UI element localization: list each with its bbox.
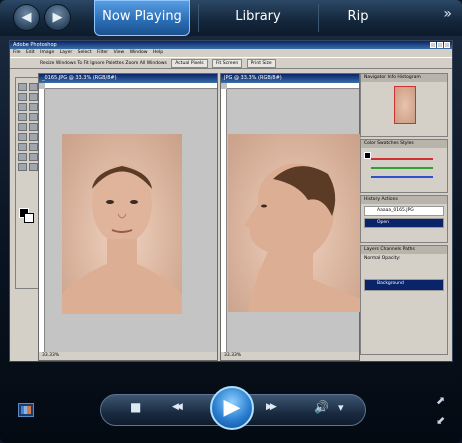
volume-icon[interactable]: 🔊 bbox=[314, 400, 329, 414]
minimize-icon bbox=[430, 42, 436, 48]
next-icon[interactable]: ▶▶ bbox=[266, 402, 277, 412]
tool-icon bbox=[18, 163, 27, 171]
tool-icon bbox=[29, 93, 38, 101]
doc-title: _0165.JPG @ 33.3% (RGB/8#) bbox=[39, 74, 217, 83]
layer-row: Background bbox=[364, 279, 444, 291]
tool-icon bbox=[29, 133, 38, 141]
tool-icon bbox=[29, 123, 38, 131]
tool-icon bbox=[29, 83, 38, 91]
tool-icon bbox=[18, 103, 27, 111]
fullscreen-icon[interactable]: ⬈ bbox=[436, 394, 445, 407]
volume-dropdown-icon[interactable]: ▾ bbox=[338, 401, 344, 414]
double-chevron-icon[interactable]: » bbox=[443, 6, 452, 22]
tool-icon bbox=[18, 153, 27, 161]
tab-divider bbox=[318, 4, 319, 32]
ps-option-button: Actual Pixels bbox=[171, 59, 208, 68]
ps-layers-panel: Layers Channels Paths Normal Opacity: Ba… bbox=[360, 245, 448, 355]
face-front-illustration bbox=[62, 164, 182, 314]
media-player-window: ◀ ▶ Now Playing Library Rip » Adobe Phot… bbox=[0, 0, 462, 443]
panel-tabs: Navigator Info Histogram bbox=[361, 74, 447, 82]
blue-slider bbox=[371, 172, 433, 178]
ps-menu-item: Edit bbox=[25, 50, 35, 55]
compact-mode-icon[interactable]: ⬋ bbox=[436, 414, 445, 427]
ps-menu-item: Help bbox=[152, 50, 164, 55]
play-icon[interactable]: ▶ bbox=[210, 386, 254, 430]
ps-document-front: _0165.JPG @ 33.3% (RGB/8#) 33.33% bbox=[38, 73, 218, 361]
top-nav-bar: ◀ ▶ Now Playing Library Rip » bbox=[0, 0, 462, 36]
ps-menu-bar: File Edit Image Layer Select Filter View… bbox=[10, 49, 452, 57]
tool-icon bbox=[18, 123, 27, 131]
panel-tabs: Color Swatches Styles bbox=[361, 140, 447, 148]
horizontal-ruler bbox=[45, 83, 217, 89]
ps-title-bar: Adobe Photoshop bbox=[10, 41, 452, 49]
ps-color-panel: Color Swatches Styles bbox=[360, 139, 448, 193]
ps-menu-item: Window bbox=[129, 50, 148, 55]
previous-icon[interactable]: ◀◀ bbox=[172, 402, 183, 412]
forward-arrow-icon[interactable]: ▶ bbox=[44, 4, 71, 31]
close-icon bbox=[444, 42, 450, 48]
ps-document-profile: JPG @ 33.3% (RGB/8#) 33.33% bbox=[220, 73, 361, 361]
ps-option-button: Fit Screen bbox=[212, 59, 243, 68]
history-item: Open bbox=[364, 218, 444, 228]
video-display-photoshop: Adobe Photoshop File Edit Image Layer Se… bbox=[9, 40, 453, 362]
tool-icon bbox=[18, 133, 27, 141]
back-arrow-icon[interactable]: ◀ bbox=[13, 4, 40, 31]
ps-option: Resize Windows To Fit bbox=[40, 61, 89, 66]
tool-icon bbox=[29, 143, 38, 151]
background-color-swatch bbox=[24, 213, 34, 223]
ps-menu-item: View bbox=[113, 50, 125, 55]
layer-options: Normal Opacity: bbox=[361, 254, 447, 263]
face-profile-illustration bbox=[244, 163, 361, 312]
ps-window-buttons bbox=[430, 42, 450, 48]
ps-menu-item: File bbox=[13, 50, 21, 55]
ps-history-panel: History Actions Aaaaa_0165.JPG Open bbox=[360, 195, 448, 243]
tab-divider bbox=[198, 4, 199, 32]
panel-tabs: Layers Channels Paths bbox=[361, 246, 447, 254]
ps-menu-item: Image bbox=[40, 50, 55, 55]
tab-now-playing[interactable]: Now Playing bbox=[94, 0, 190, 36]
ps-options-bar: Resize Windows To Fit Ignore Palettes Zo… bbox=[10, 57, 452, 69]
ps-menu-item: Layer bbox=[59, 50, 73, 55]
tool-icon bbox=[29, 163, 38, 171]
playback-controls: ■ ◀◀ ▶ ▶▶ 🔊 ▾ ⬈ ⬋ bbox=[0, 372, 462, 443]
portrait-profile-photo bbox=[228, 134, 361, 312]
horizontal-ruler bbox=[227, 83, 359, 89]
ps-option: Zoom All Windows bbox=[125, 61, 167, 66]
history-item: Aaaaa_0165.JPG bbox=[364, 206, 444, 216]
tool-icon bbox=[18, 83, 27, 91]
vertical-ruler bbox=[39, 89, 45, 352]
green-slider bbox=[371, 163, 433, 169]
doc-status: 33.33% bbox=[39, 352, 217, 360]
doc-canvas bbox=[46, 90, 217, 352]
color-swatch bbox=[364, 152, 371, 159]
doc-status: 33.33% bbox=[221, 352, 359, 360]
tool-icon bbox=[29, 153, 38, 161]
red-slider bbox=[371, 154, 433, 160]
ps-menu-item: Select bbox=[77, 50, 92, 55]
ps-menu-item: Filter bbox=[96, 50, 109, 55]
vertical-ruler bbox=[221, 89, 227, 352]
doc-canvas bbox=[228, 90, 361, 352]
navigator-thumbnail bbox=[394, 86, 416, 124]
tool-icon bbox=[29, 113, 38, 121]
tool-icon bbox=[18, 93, 27, 101]
doc-title: JPG @ 33.3% (RGB/8#) bbox=[221, 74, 359, 83]
portrait-front-photo bbox=[62, 134, 182, 314]
tool-icon bbox=[18, 113, 27, 121]
blend-mode: Normal bbox=[364, 256, 381, 261]
library-icon[interactable] bbox=[18, 403, 34, 417]
tool-icon bbox=[18, 143, 27, 151]
tab-rip[interactable]: Rip bbox=[325, 0, 391, 36]
ps-toolbox bbox=[15, 77, 39, 289]
ps-option-button: Print Size bbox=[246, 59, 276, 68]
panel-tabs: History Actions bbox=[361, 196, 447, 204]
tool-icon bbox=[29, 103, 38, 111]
ps-navigator-panel: Navigator Info Histogram bbox=[360, 73, 448, 137]
maximize-icon bbox=[437, 42, 443, 48]
ps-option: Ignore Palettes bbox=[90, 61, 124, 66]
stop-icon[interactable]: ■ bbox=[130, 400, 141, 414]
opacity-label: Opacity: bbox=[381, 256, 401, 261]
tab-library[interactable]: Library bbox=[205, 0, 311, 36]
